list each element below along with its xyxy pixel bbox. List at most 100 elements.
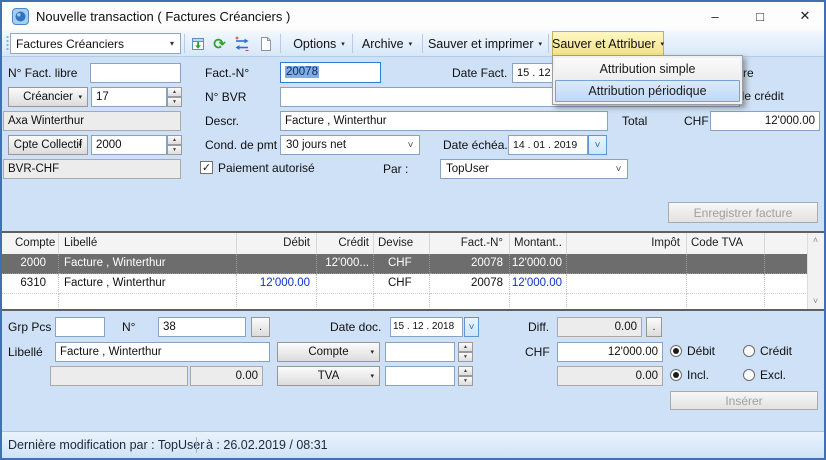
cpte-collectif-input[interactable] <box>91 135 167 155</box>
descr-input[interactable] <box>280 111 608 131</box>
save-assign-button[interactable]: Sauver et Attribuer ▾ <box>552 31 664 57</box>
creancier-number-input[interactable] <box>91 87 167 107</box>
spin-down-icon[interactable]: ▼ <box>458 376 473 386</box>
caret-down-icon: ▾ <box>164 39 180 48</box>
tva-dropdown-button[interactable]: TVA ▾ <box>277 366 380 386</box>
save-invoice-button[interactable]: Enregistrer facture <box>668 202 818 223</box>
fact-n-label: Fact.-N° <box>205 66 249 80</box>
transaction-window: N° Fact. libre Fact.-N° 20078 Date Fact.… <box>0 0 826 460</box>
piece-number-lookup-button[interactable]: . <box>251 317 270 337</box>
extra-field <box>50 366 188 386</box>
column-header-devise[interactable]: Devise <box>374 233 430 254</box>
spin-up-icon[interactable]: ▲ <box>458 366 473 376</box>
caret-down-icon: ▾ <box>370 348 374 356</box>
column-header-libelle[interactable]: Libellé <box>59 233 237 254</box>
toolbar-separator <box>280 34 281 53</box>
par-select[interactable]: TopUser ˅ <box>440 159 628 179</box>
scroll-down-icon[interactable]: ˅ <box>808 294 823 309</box>
date-doc-label: Date doc. <box>330 320 381 334</box>
diff-lookup-button[interactable]: . <box>646 317 662 337</box>
menu-item-attribution-periodique[interactable]: Attribution périodique <box>555 80 740 102</box>
table-row[interactable]: 6310 Facture , Winterthur 12'000.00 CHF … <box>2 274 824 294</box>
column-header-fact-n[interactable]: Fact.-N° <box>430 233 510 254</box>
date-fact-label: Date Fact. <box>452 66 507 80</box>
cpte-collectif-spinner[interactable]: ▲ ▼ <box>167 135 182 155</box>
cpte-collectif-dropdown-button[interactable]: Cpte Collectif ▾ <box>8 135 88 155</box>
libelle-label: Libellé <box>8 345 43 359</box>
status-separator <box>196 437 197 453</box>
entry-amount-input[interactable] <box>557 342 663 362</box>
adjust-columns-icon <box>234 36 250 52</box>
archive-button[interactable]: Archive ▾ <box>355 31 419 56</box>
compte-input[interactable] <box>385 342 455 362</box>
tva-spinner[interactable]: ▲ ▼ <box>458 366 473 386</box>
column-header-compte[interactable]: Compte <box>2 233 59 254</box>
creancier-name-field: Axa Winterthur <box>3 111 181 131</box>
window-title: Nouvelle transaction ( Factures Créancie… <box>36 9 290 24</box>
column-header-code-tva[interactable]: Code TVA <box>687 233 765 254</box>
creancier-spinner[interactable]: ▲ ▼ <box>167 87 182 107</box>
column-header-montant[interactable]: Montant.. <box>510 233 567 254</box>
spin-down-icon[interactable]: ▼ <box>167 97 182 107</box>
paiement-autorise-checkbox[interactable]: ✓ <box>200 161 213 174</box>
piece-number-input[interactable] <box>158 317 246 337</box>
extra-amount-field: 0.00 <box>190 366 263 386</box>
libelle-input[interactable] <box>55 342 270 362</box>
transaction-type-combo[interactable]: Factures Créanciers ▾ <box>10 33 181 54</box>
check-icon: ✓ <box>202 162 211 174</box>
options-button[interactable]: Options ▾ <box>288 31 350 56</box>
excl-radio[interactable] <box>743 369 755 381</box>
minimize-button[interactable]: – <box>698 4 732 28</box>
total-currency-label: CHF <box>684 114 709 128</box>
date-echeance-input[interactable]: 14 . 01 . 2019 <box>508 135 588 155</box>
incl-radio[interactable] <box>670 369 682 381</box>
toolbar-separator <box>352 34 353 53</box>
compte-dropdown-button[interactable]: Compte ▾ <box>277 342 380 362</box>
column-header-credit[interactable]: Crédit <box>317 233 374 254</box>
caret-down-icon: ▾ <box>78 93 82 101</box>
close-button[interactable]: ✕ <box>788 4 822 28</box>
column-header-debit[interactable]: Débit <box>237 233 317 254</box>
date-echeance-label: Date échéa... <box>443 138 514 152</box>
adjust-columns-button[interactable] <box>231 34 252 54</box>
date-echeance-dropdown-button[interactable]: ˅ <box>588 135 607 155</box>
chevron-down-icon: ˅ <box>402 140 419 151</box>
creancier-dropdown-button[interactable]: Créancier ▾ <box>8 87 88 107</box>
tva-input[interactable] <box>385 366 455 386</box>
credit-radio[interactable] <box>743 345 755 357</box>
spin-down-icon[interactable]: ▼ <box>458 352 473 362</box>
caret-down-icon: ▾ <box>409 40 413 48</box>
date-doc-dropdown-button[interactable]: ˅ <box>464 317 479 337</box>
save-print-button[interactable]: Sauver et imprimer ▾ <box>426 31 544 56</box>
import-button[interactable] <box>187 34 208 54</box>
import-icon <box>190 36 206 52</box>
spin-up-icon[interactable]: ▲ <box>458 342 473 352</box>
compte-spinner[interactable]: ▲ ▼ <box>458 342 473 362</box>
new-document-button[interactable] <box>255 34 276 54</box>
caret-down-icon: ▾ <box>78 141 82 149</box>
spin-up-icon[interactable]: ▲ <box>167 87 182 97</box>
fact-n-input[interactable]: 20078 <box>280 62 381 83</box>
spin-down-icon[interactable]: ▼ <box>167 145 182 155</box>
chevron-down-icon: ˅ <box>469 322 475 333</box>
n-fact-libre-label: N° Fact. libre <box>8 66 77 80</box>
table-header: Compte Libellé Débit Crédit Devise Fact.… <box>2 233 824 254</box>
scroll-up-icon[interactable]: ˄ <box>808 233 823 248</box>
refresh-button[interactable]: ⟳ <box>209 34 230 54</box>
cond-pmt-select[interactable]: 30 jours net ˅ <box>280 135 420 155</box>
n-fact-libre-input[interactable] <box>90 63 181 83</box>
caret-down-icon: ▾ <box>661 40 665 48</box>
column-header-impot[interactable]: Impôt <box>567 233 687 254</box>
toolbar-grip-handle[interactable] <box>6 35 9 52</box>
menu-item-attribution-simple[interactable]: Attribution simple <box>555 58 740 80</box>
date-doc-input[interactable]: 15 . 12 . 2018 <box>390 317 463 337</box>
total-input[interactable] <box>710 111 820 131</box>
grp-pcs-input[interactable] <box>55 317 105 337</box>
table-scrollbar[interactable]: ˄ ˅ <box>807 233 824 309</box>
spin-up-icon[interactable]: ▲ <box>167 135 182 145</box>
table-row[interactable]: 2000 Facture , Winterthur 12'000... CHF … <box>2 254 824 274</box>
insert-button[interactable]: Insérer <box>670 391 818 410</box>
debit-radio[interactable] <box>670 345 682 357</box>
status-bar: Dernière modification par : TopUser à : … <box>2 431 824 458</box>
maximize-button[interactable]: □ <box>743 4 777 28</box>
